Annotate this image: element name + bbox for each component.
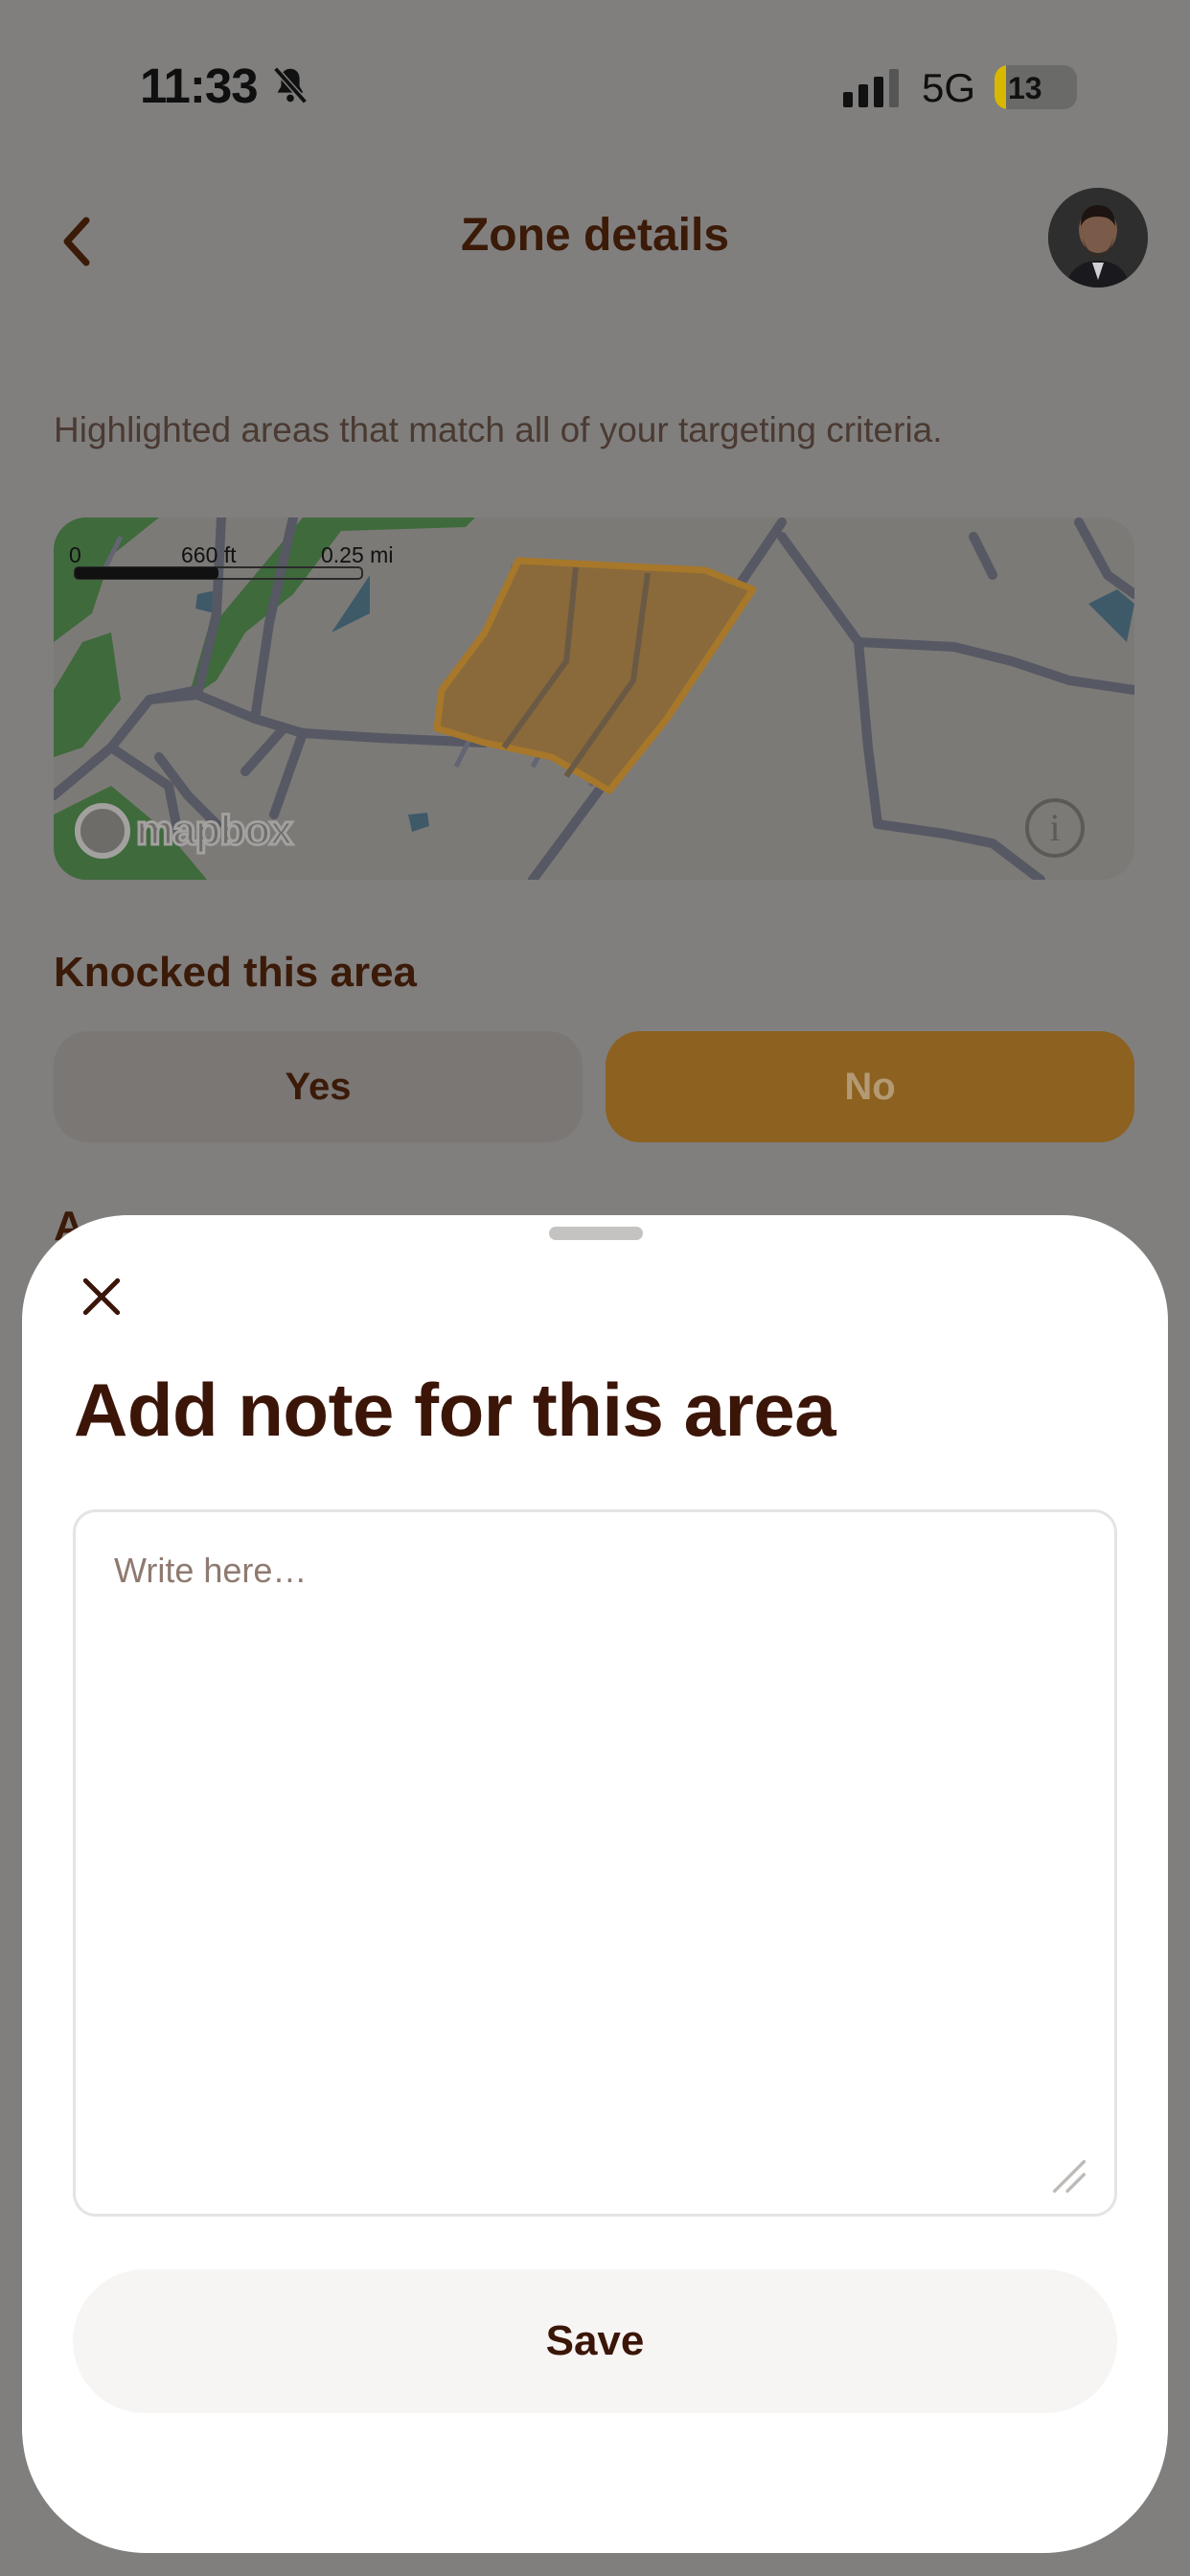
page-title: Zone details bbox=[460, 210, 730, 261]
mapbox-attribution[interactable]: mapbox bbox=[75, 803, 295, 859]
sheet-drag-handle[interactable] bbox=[549, 1227, 643, 1240]
note-textarea[interactable] bbox=[73, 1509, 1117, 2217]
zone-map[interactable]: 0 660 ft 0.25 mi mapbox i bbox=[54, 518, 1134, 880]
resize-handle-icon[interactable] bbox=[1047, 2154, 1091, 2198]
avatar-portrait-icon bbox=[1048, 188, 1148, 288]
battery-level: 13 bbox=[1008, 71, 1042, 105]
zone-description: Highlighted areas that match all of your… bbox=[54, 410, 943, 449]
cellular-signal-icon bbox=[843, 69, 899, 107]
add-note-sheet: Add note for this area Save bbox=[22, 1215, 1168, 2553]
knocked-yes-button[interactable]: Yes bbox=[54, 1031, 583, 1142]
battery-icon: 13 bbox=[995, 65, 1077, 109]
close-icon[interactable] bbox=[78, 1273, 126, 1321]
scale-zero: 0 bbox=[69, 542, 81, 567]
avatar[interactable] bbox=[1048, 188, 1148, 288]
knocked-label: Knocked this area bbox=[54, 949, 418, 996]
nav-bar: Zone details bbox=[0, 172, 1190, 297]
network-type: 5G bbox=[922, 65, 976, 110]
scale-mi: 0.25 mi bbox=[321, 542, 394, 567]
knocked-no-button[interactable]: No bbox=[606, 1031, 1134, 1142]
save-button[interactable]: Save bbox=[73, 2269, 1117, 2413]
info-icon[interactable]: i bbox=[1025, 798, 1085, 858]
bell-muted-icon bbox=[273, 66, 308, 104]
sheet-title: Add note for this area bbox=[74, 1368, 836, 1452]
mapbox-logo-icon bbox=[75, 803, 130, 859]
mapbox-wordmark: mapbox bbox=[135, 806, 295, 856]
scale-ft: 660 ft bbox=[181, 542, 237, 567]
status-bar: 11:33 5G 13 bbox=[0, 0, 1190, 172]
status-time: 11:33 bbox=[140, 58, 259, 113]
